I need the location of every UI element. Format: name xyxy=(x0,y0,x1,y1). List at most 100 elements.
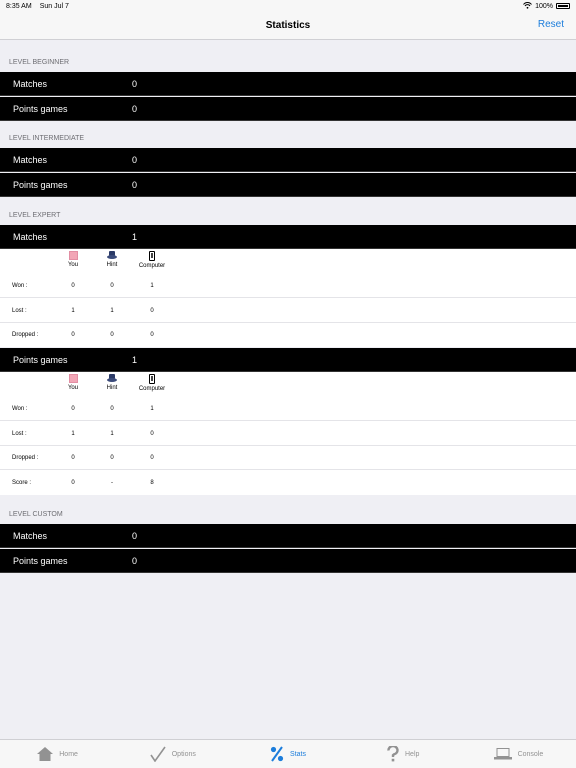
column-computer: Computer xyxy=(132,251,172,269)
row-value: 0 xyxy=(132,103,138,114)
row-label: Points games xyxy=(13,354,68,365)
tab-help[interactable]: Help xyxy=(346,740,461,768)
cell-hint: 1 xyxy=(110,431,114,437)
cell-computer: 0 xyxy=(150,332,154,338)
table-row: Lost : 1 1 0 xyxy=(0,421,576,446)
row-label: Matches xyxy=(13,530,48,541)
column-label: Hint xyxy=(106,262,118,268)
cell-you: 0 xyxy=(71,332,75,338)
status-time: 8:35 AM xyxy=(6,2,32,10)
row-label: Matches xyxy=(13,154,48,165)
table-row: Score : 0 - 8 xyxy=(0,470,576,495)
column-label: Computer xyxy=(138,263,166,269)
status-bar: 8:35 AM Sun Jul 7 100% xyxy=(0,0,576,12)
table-row: Lost : 1 1 0 xyxy=(0,298,576,323)
percent-icon xyxy=(270,746,284,762)
column-you: You xyxy=(53,374,93,391)
tab-home[interactable]: Home xyxy=(0,740,115,768)
phone-icon xyxy=(149,251,155,261)
top-hat-icon xyxy=(107,251,117,260)
cell-computer: 8 xyxy=(150,480,154,486)
section-header-expert: LEVEL EXPERT xyxy=(9,212,61,219)
cell-computer: 1 xyxy=(150,283,154,289)
column-you: You xyxy=(53,251,93,268)
row-value: 0 xyxy=(132,555,138,566)
row-label: Matches xyxy=(13,78,48,89)
row-label: Lost : xyxy=(12,308,27,314)
wifi-icon xyxy=(523,1,532,11)
cell-you: 1 xyxy=(71,308,75,314)
status-date: Sun Jul 7 xyxy=(39,2,69,10)
row-value: 0 xyxy=(132,154,138,165)
intermediate-matches-row: Matches 0 xyxy=(0,148,576,172)
column-label: Hint xyxy=(106,385,118,391)
cell-computer: 1 xyxy=(150,406,154,412)
custom-matches-row: Matches 0 xyxy=(0,524,576,548)
column-hint: Hint xyxy=(92,251,132,268)
cell-you: 0 xyxy=(71,480,75,486)
cell-hint: 0 xyxy=(110,332,114,338)
section-header-intermediate: LEVEL INTERMEDIATE xyxy=(9,135,85,142)
cell-you: 0 xyxy=(71,283,75,289)
expert-matches-details: You Hint Computer Won : 0 0 1 Lost : 1 1… xyxy=(0,249,576,347)
column-label: You xyxy=(67,385,79,391)
row-value: 1 xyxy=(132,354,138,365)
card-icon xyxy=(68,251,78,260)
expert-points-row: Points games 1 xyxy=(0,348,576,372)
column-label: Computer xyxy=(138,386,166,392)
row-label: Won : xyxy=(12,283,28,289)
row-value: 1 xyxy=(132,231,138,242)
top-hat-icon xyxy=(107,374,117,383)
row-label: Matches xyxy=(13,231,48,242)
tab-label: Stats xyxy=(290,750,306,758)
table-row: Dropped : 0 0 0 xyxy=(0,445,576,470)
row-label: Dropped : xyxy=(12,455,39,461)
intermediate-points-row: Points games 0 xyxy=(0,173,576,197)
row-label: Dropped : xyxy=(12,332,39,338)
beginner-points-row: Points games 0 xyxy=(0,97,576,121)
tab-console[interactable]: Console xyxy=(461,740,576,768)
table-row: Won : 0 0 1 xyxy=(0,396,576,421)
row-value: 0 xyxy=(132,78,138,89)
cell-hint: - xyxy=(111,480,113,486)
row-value: 0 xyxy=(132,179,138,190)
cell-hint: 1 xyxy=(110,308,114,314)
console-icon xyxy=(493,748,512,760)
tab-label: Console xyxy=(517,750,544,758)
phone-icon xyxy=(149,374,155,384)
reset-button[interactable]: Reset xyxy=(538,19,564,30)
home-icon xyxy=(37,747,54,761)
section-header-beginner: LEVEL BEGINNER xyxy=(9,59,70,66)
table-row: Dropped : 0 0 0 xyxy=(0,322,576,347)
cell-hint: 0 xyxy=(110,283,114,289)
tab-stats[interactable]: Stats xyxy=(230,740,345,768)
tab-options[interactable]: Options xyxy=(115,740,230,768)
question-icon xyxy=(387,746,399,762)
table-row: Won : 0 0 1 xyxy=(0,273,576,298)
beginner-matches-row: Matches 0 xyxy=(0,72,576,96)
column-computer: Computer xyxy=(132,374,172,392)
tab-label: Options xyxy=(171,750,196,758)
tab-label: Help xyxy=(405,750,420,758)
cell-computer: 0 xyxy=(150,455,154,461)
tab-label: Home xyxy=(59,750,78,758)
row-value: 0 xyxy=(132,530,138,541)
row-label: Points games xyxy=(13,179,68,190)
row-label: Points games xyxy=(13,555,68,566)
cell-you: 0 xyxy=(71,406,75,412)
expert-points-details: You Hint Computer Won : 0 0 1 Lost : 1 1… xyxy=(0,372,576,495)
section-header-custom: LEVEL CUSTOM xyxy=(9,511,63,518)
row-label: Score : xyxy=(12,480,32,486)
cell-you: 1 xyxy=(71,431,75,437)
cell-computer: 0 xyxy=(150,431,154,437)
cell-computer: 0 xyxy=(150,308,154,314)
column-label: You xyxy=(67,262,79,268)
expert-matches-row: Matches 1 xyxy=(0,225,576,249)
cell-hint: 0 xyxy=(110,406,114,412)
cell-you: 0 xyxy=(71,455,75,461)
row-label: Points games xyxy=(13,103,68,114)
checkmark-icon xyxy=(150,746,166,762)
cell-hint: 0 xyxy=(110,455,114,461)
row-label: Won : xyxy=(12,406,28,412)
battery-icon xyxy=(556,3,570,9)
